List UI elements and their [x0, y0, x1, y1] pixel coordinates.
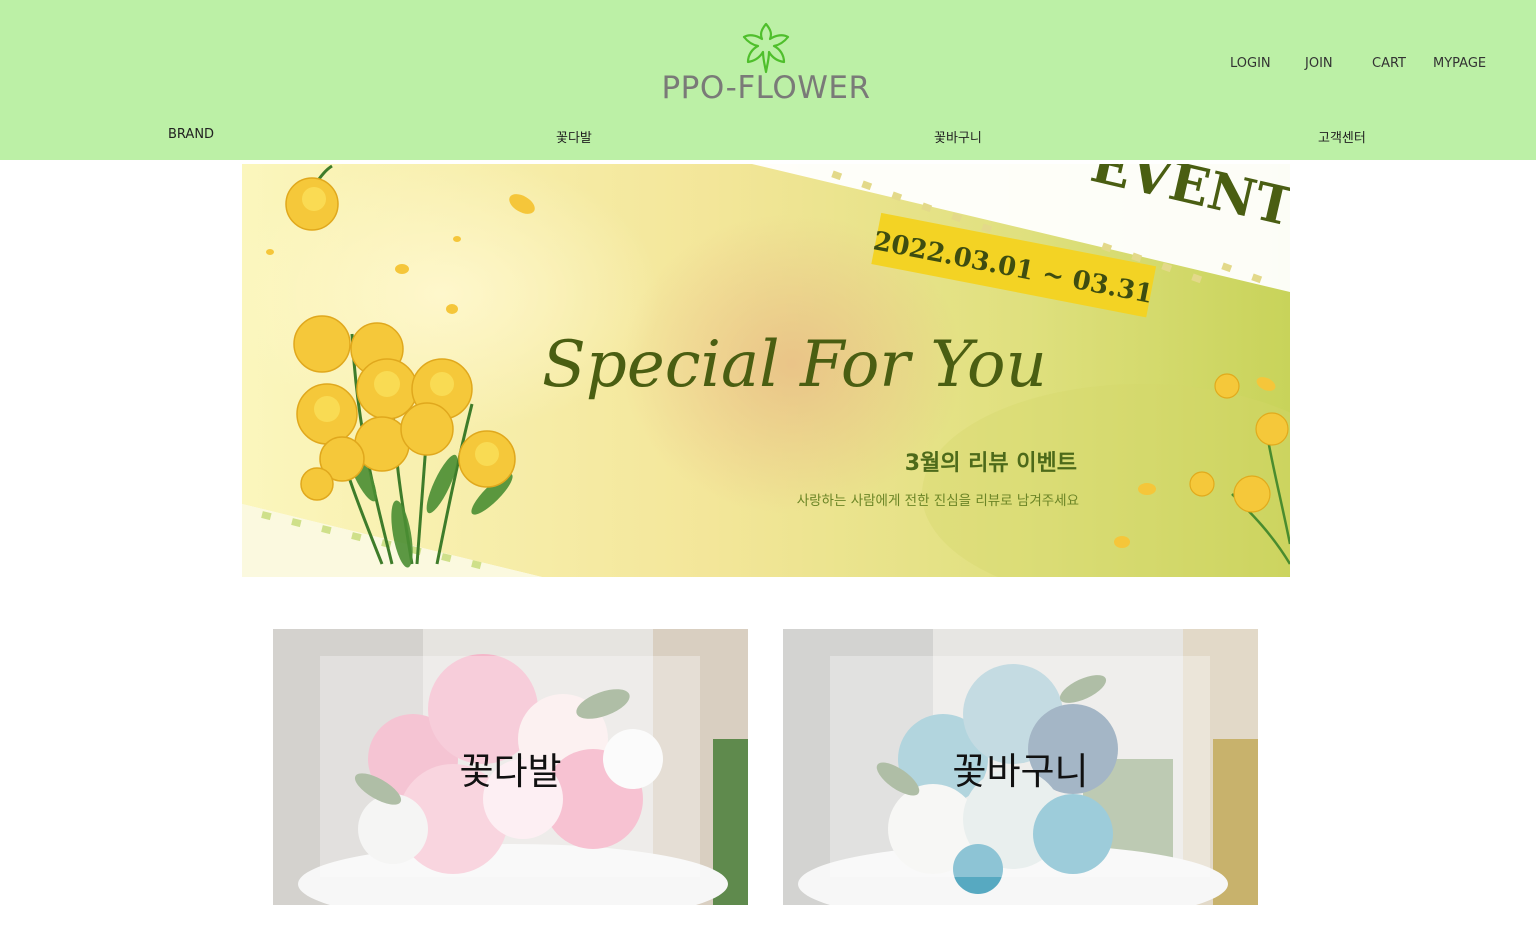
site-header: PPO-FLOWER LOGIN JOIN CART MYPAGE BRAND …	[0, 0, 1536, 160]
card-label: 꽃다발	[459, 750, 562, 793]
site-logo[interactable]: PPO-FLOWER	[660, 20, 872, 110]
card-label: 꽃바구니	[952, 750, 1089, 793]
category-card-bouquet[interactable]: 꽃다발	[273, 629, 748, 905]
logo-text: PPO-FLOWER	[661, 70, 871, 106]
cart-link[interactable]: CART	[1372, 56, 1406, 71]
mypage-link[interactable]: MYPAGE	[1433, 56, 1486, 71]
nav-item-brand[interactable]: BRAND	[168, 127, 214, 142]
banner-title: 3월의 리뷰 이벤트	[905, 451, 1077, 476]
category-card-basket[interactable]: 꽃바구니	[783, 629, 1258, 905]
banner-artwork: EVENT 2022.03.01 ~ 03.31 Special For You…	[242, 164, 1290, 577]
event-banner[interactable]: EVENT 2022.03.01 ~ 03.31 Special For You…	[242, 164, 1290, 577]
nav-item-basket[interactable]: 꽃바구니	[934, 127, 982, 146]
nav-item-bouquet[interactable]: 꽃다발	[556, 127, 592, 146]
login-link[interactable]: LOGIN	[1230, 56, 1271, 71]
banner-headline: Special For You	[542, 328, 1047, 402]
flower-outline-icon	[742, 22, 790, 74]
nav-item-support[interactable]: 고객센터	[1318, 127, 1366, 146]
join-link[interactable]: JOIN	[1305, 56, 1333, 71]
banner-subtitle: 사랑하는 사람에게 전한 진심을 리뷰로 남겨주세요	[797, 493, 1079, 509]
